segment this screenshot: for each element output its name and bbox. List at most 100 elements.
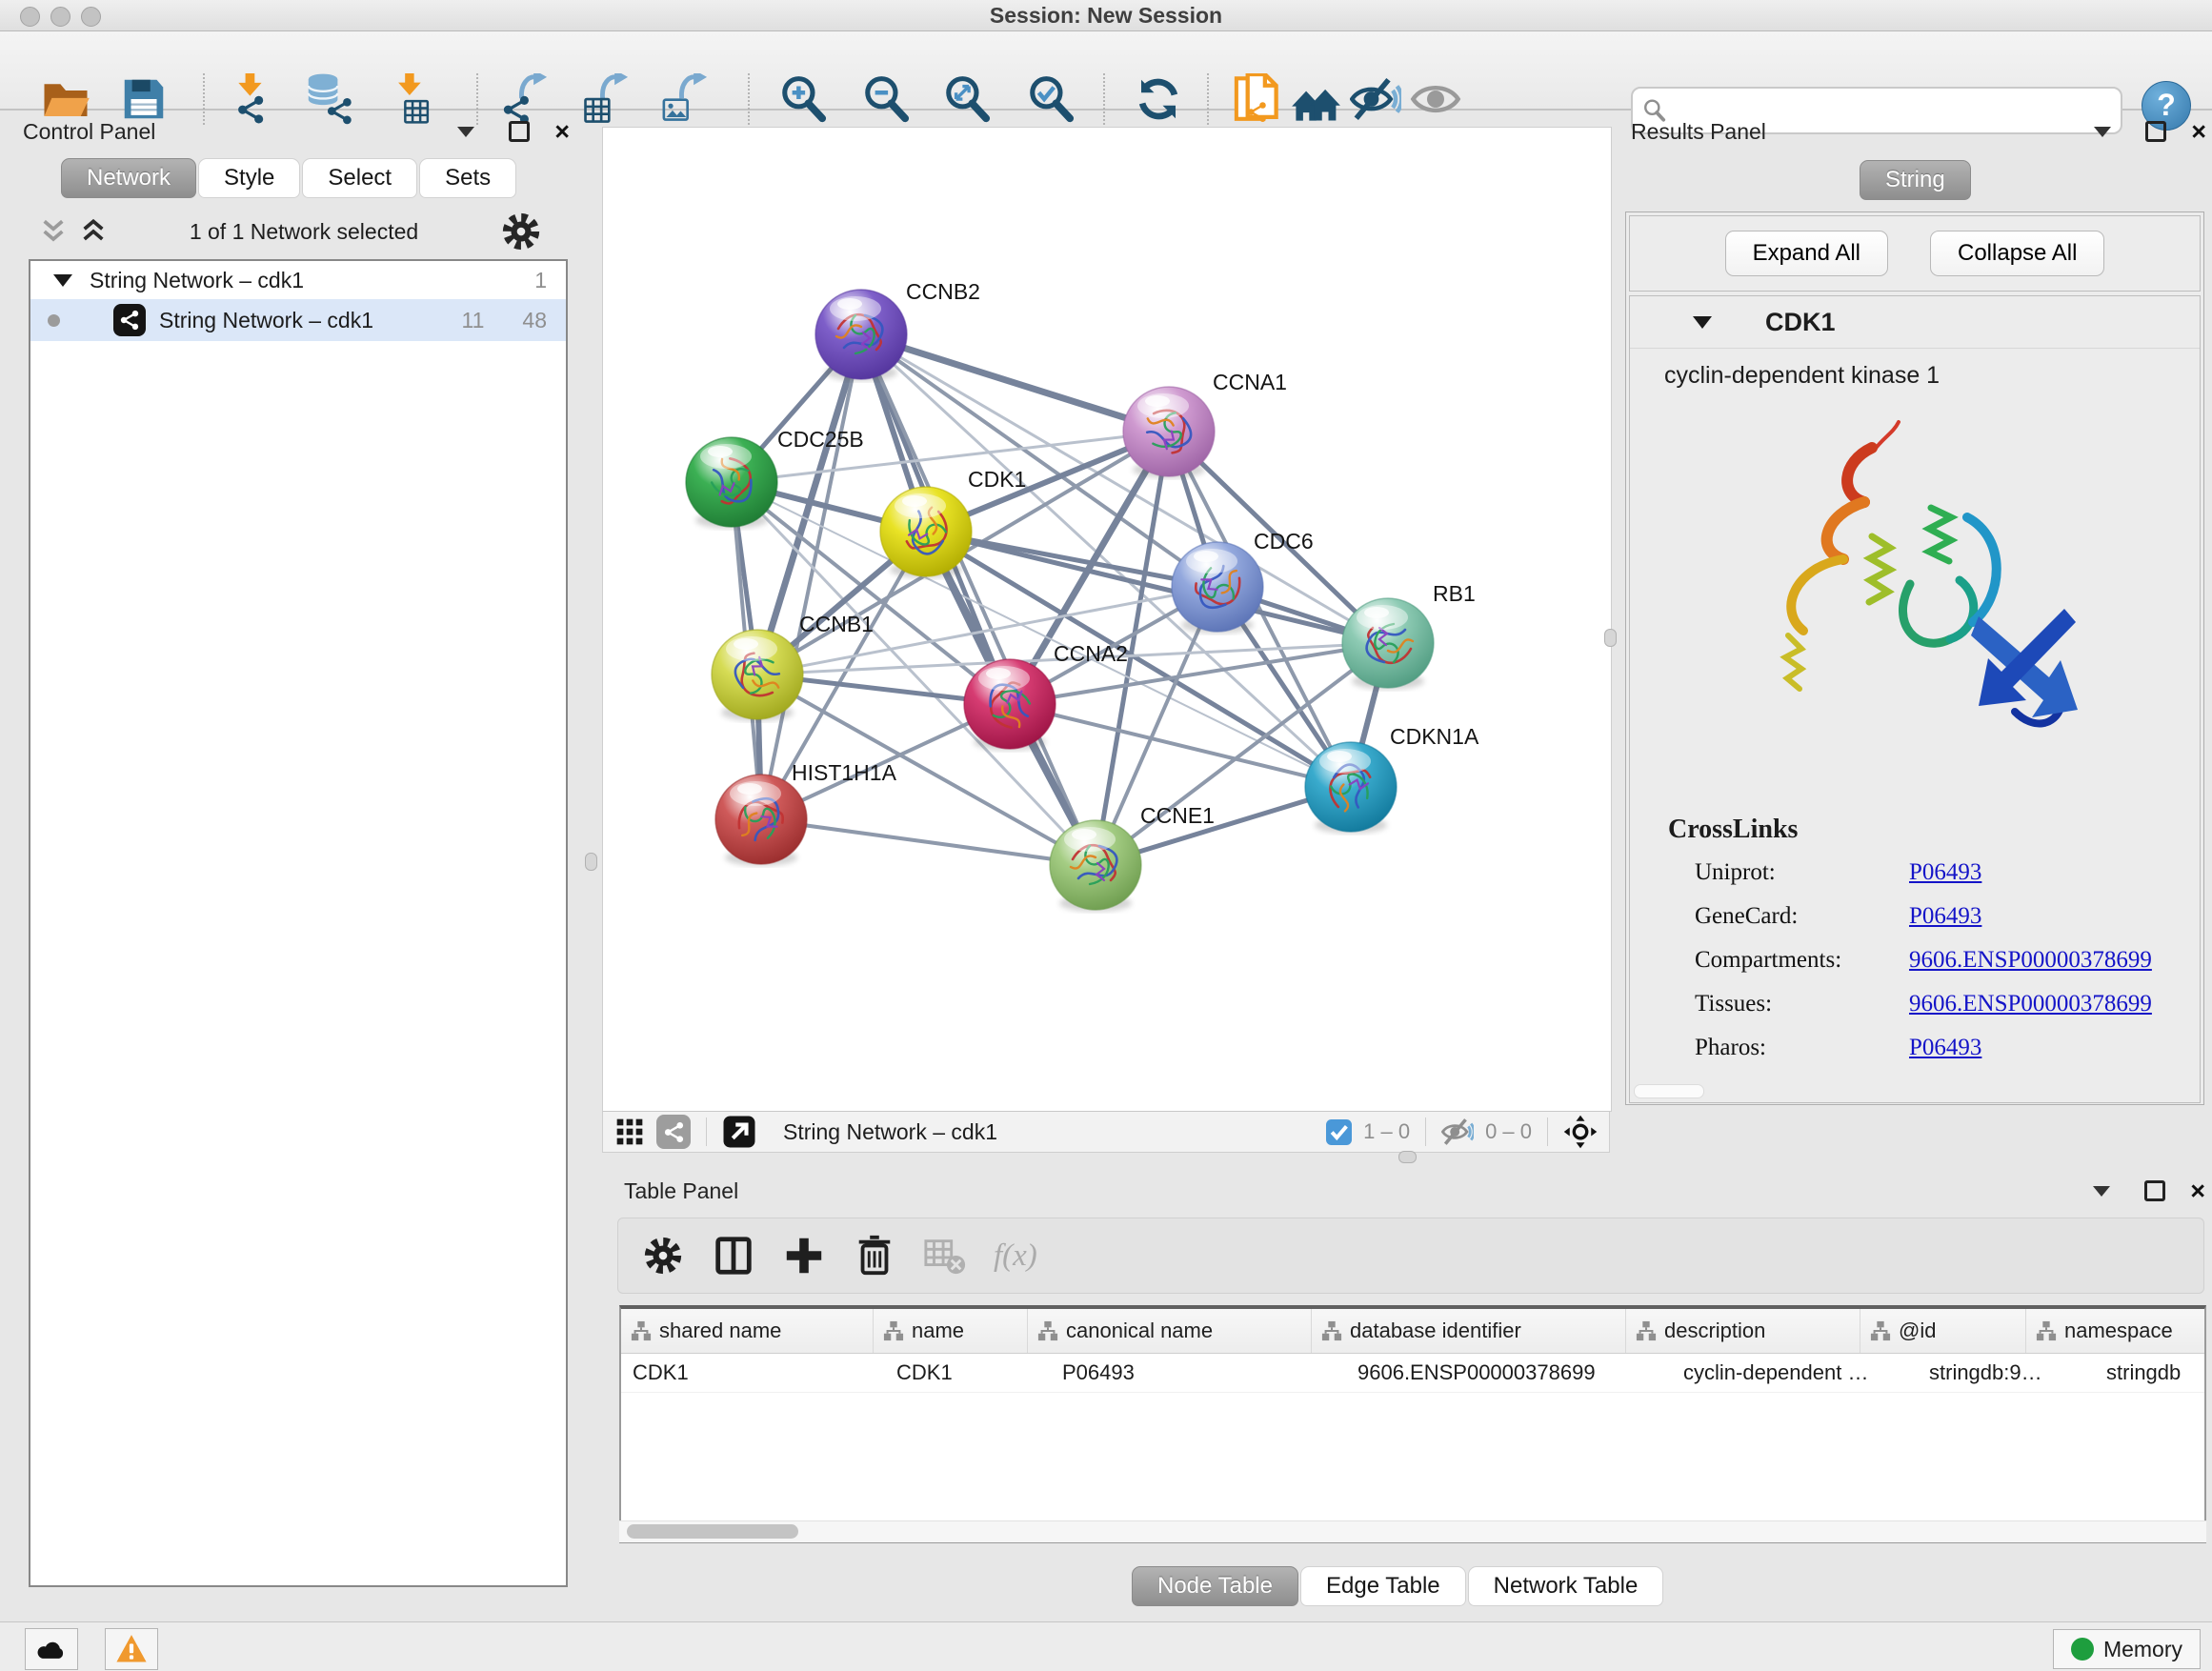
network-node-label: CDK1	[968, 467, 1026, 492]
refresh-icon	[1133, 73, 1184, 125]
column-type-icon	[1870, 1320, 1891, 1341]
crosslink-link[interactable]: P06493	[1909, 1035, 1981, 1061]
tab-style[interactable]: Style	[198, 158, 300, 198]
details-disclosure-icon[interactable]	[1693, 316, 1712, 329]
tab-edge-table[interactable]: Edge Table	[1300, 1566, 1466, 1606]
tab-select[interactable]: Select	[302, 158, 417, 198]
network-options-gear-icon[interactable]	[499, 210, 543, 253]
network-node-label: CCNB1	[799, 612, 874, 636]
delete-column-trash-icon[interactable]	[853, 1234, 896, 1278]
crosslink-link[interactable]: P06493	[1909, 859, 1981, 886]
collection-disclosure-icon[interactable]	[53, 274, 72, 287]
zoom-fit-button[interactable]	[940, 71, 995, 127]
memory-button[interactable]: Memory	[2053, 1629, 2201, 1669]
column-header-namespace[interactable]: namespace	[2026, 1309, 2206, 1353]
column-header-@id[interactable]: @id	[1860, 1309, 2026, 1353]
right-splitter-handle[interactable]	[1604, 629, 1617, 647]
tab-sets[interactable]: Sets	[419, 158, 516, 198]
hide-selected-button[interactable]	[1348, 71, 1403, 127]
table-cell[interactable]: stringdb:9…	[1918, 1354, 2095, 1392]
network-edge[interactable]	[926, 532, 1388, 643]
table-cell[interactable]: 9606.ENSP00000378699	[1346, 1354, 1672, 1392]
control-panel-collapse-icon[interactable]	[457, 127, 474, 137]
network-edge[interactable]	[761, 334, 861, 819]
show-all-button[interactable]	[1408, 71, 1463, 127]
expand-all-icon[interactable]	[78, 216, 109, 247]
table-cell[interactable]: CDK1	[885, 1354, 1051, 1392]
export-image-button[interactable]	[657, 71, 713, 127]
results-panel-close-icon[interactable]: ×	[2191, 122, 2206, 141]
horizontal-splitter-handle[interactable]	[1398, 1151, 1417, 1163]
scrollbar-thumb[interactable]	[627, 1524, 798, 1539]
selected-checkbox-icon[interactable]	[1326, 1119, 1352, 1145]
network-edge[interactable]	[761, 819, 1096, 865]
gene-description: cyclin-dependent kinase 1	[1664, 362, 2200, 390]
clone-network-button[interactable]	[1227, 71, 1282, 127]
tab-node-table[interactable]: Node Table	[1132, 1566, 1298, 1606]
table-cell[interactable]: cyclin-dependent …	[1672, 1354, 1918, 1392]
tab-network[interactable]: Network	[61, 158, 196, 198]
control-panel-float-icon[interactable]	[509, 121, 530, 142]
edge-count: 48	[522, 308, 547, 333]
zoom-in-button[interactable]	[776, 71, 832, 127]
zoom-out-icon	[861, 73, 913, 125]
zoom-fit-icon	[942, 73, 994, 125]
crosslink-link[interactable]: 9606.ENSP00000378699	[1909, 947, 2152, 974]
column-header-canonical-name[interactable]: canonical name	[1028, 1309, 1312, 1353]
export-table-button[interactable]	[578, 71, 633, 127]
network-type-icon	[656, 1115, 691, 1149]
show-columns-icon[interactable]	[712, 1234, 755, 1278]
birds-eye-grid-icon[interactable]	[614, 1117, 645, 1147]
column-header-name[interactable]: name	[874, 1309, 1028, 1353]
network-edge[interactable]	[861, 334, 1096, 865]
zoom-selected-icon	[1026, 73, 1077, 125]
network-row-selected[interactable]: String Network – cdk1 11 48	[30, 299, 566, 341]
network-collection-row[interactable]: String Network – cdk1 1	[30, 261, 566, 299]
results-panel-float-icon[interactable]	[2145, 121, 2166, 142]
control-panel-close-icon[interactable]: ×	[554, 122, 570, 141]
network-edge[interactable]	[1010, 704, 1351, 787]
results-content: Expand All Collapse All CDK1 cyclin-depe…	[1625, 211, 2204, 1105]
expand-all-button[interactable]: Expand All	[1725, 231, 1888, 276]
tab-string[interactable]: String	[1860, 160, 1971, 200]
network-graph[interactable]: CCNB2CCNA1CDC25BCDK1CDC6RB1CCNB1CCNA2CDK…	[603, 128, 1611, 1111]
table-cell[interactable]: CDK1	[621, 1354, 885, 1392]
tab-network-table[interactable]: Network Table	[1468, 1566, 1664, 1606]
table-settings-gear-icon[interactable]	[641, 1234, 685, 1278]
export-table-icon	[580, 73, 632, 125]
table-cell[interactable]: P06493	[1051, 1354, 1346, 1392]
create-column-plus-icon[interactable]	[782, 1234, 826, 1278]
move-mode-icon[interactable]	[1563, 1115, 1598, 1149]
detach-view-icon[interactable]	[722, 1115, 756, 1149]
refresh-view-button[interactable]	[1131, 71, 1186, 127]
zoom-out-button[interactable]	[859, 71, 915, 127]
crosslink-link[interactable]: P06493	[1909, 903, 1981, 930]
window-title: Session: New Session	[0, 0, 2212, 30]
table-panel-collapse-icon[interactable]	[2093, 1186, 2110, 1197]
table-horizontal-scrollbar[interactable]	[619, 1520, 2206, 1542]
network-selector-row: 1 of 1 Network selected	[17, 208, 560, 255]
table-cell[interactable]: stringdb	[2095, 1354, 2206, 1392]
first-neighbors-button[interactable]	[1288, 71, 1343, 127]
network-edge[interactable]	[861, 334, 1169, 432]
collection-label: String Network – cdk1	[90, 268, 304, 293]
column-header-description[interactable]: description	[1626, 1309, 1860, 1353]
table-panel-float-icon[interactable]	[2144, 1180, 2165, 1201]
cloud-status-button[interactable]	[25, 1628, 78, 1670]
column-header-database-identifier[interactable]: database identifier	[1312, 1309, 1626, 1353]
results-scroll-thumb[interactable]	[1634, 1084, 1704, 1098]
warnings-button[interactable]	[105, 1628, 158, 1670]
zoom-selected-button[interactable]	[1024, 71, 1079, 127]
table-panel-close-icon[interactable]: ×	[2190, 1181, 2205, 1200]
table-row[interactable]: CDK1CDK1P064939606.ENSP00000378699cyclin…	[621, 1354, 2204, 1393]
collapse-all-icon[interactable]	[38, 216, 69, 247]
network-canvas[interactable]: CCNB2CCNA1CDC25BCDK1CDC6RB1CCNB1CCNA2CDK…	[602, 127, 1612, 1112]
collapse-all-button[interactable]: Collapse All	[1930, 231, 2104, 276]
hidden-eye-slash-icon[interactable]	[1441, 1116, 1474, 1148]
left-splitter-handle[interactable]	[585, 853, 597, 871]
crosslink-link[interactable]: 9606.ENSP00000378699	[1909, 991, 2152, 1017]
results-panel-collapse-icon[interactable]	[2094, 127, 2111, 137]
crosslink-row: Uniprot:P06493	[1630, 851, 2200, 895]
node-details-header[interactable]: CDK1	[1630, 296, 2200, 349]
column-header-shared-name[interactable]: shared name	[621, 1309, 874, 1353]
